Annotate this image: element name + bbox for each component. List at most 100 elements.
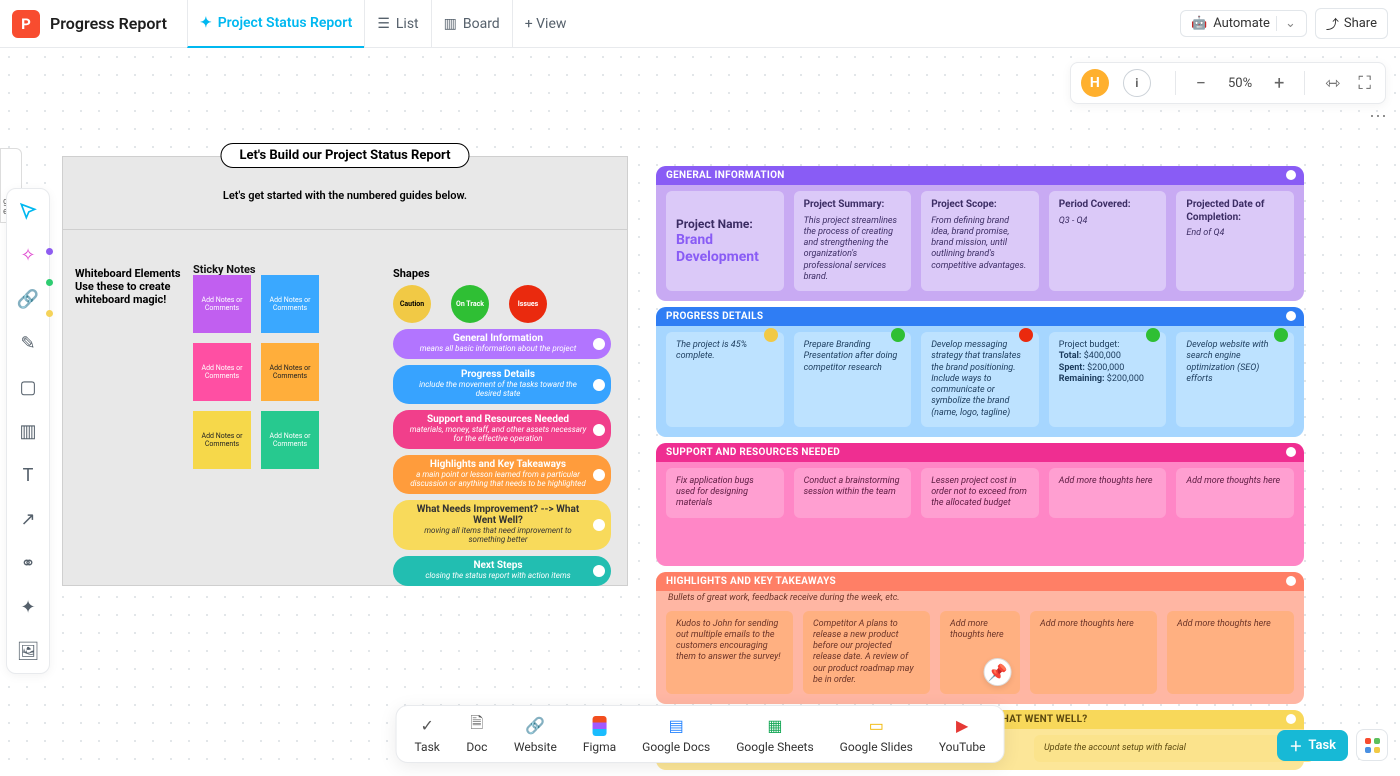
highlight-card[interactable]: Add more thoughts here xyxy=(940,611,1020,695)
insert-doc-button[interactable]: 🗎Doc xyxy=(466,714,488,754)
progress-card[interactable]: The project is 45% complete. xyxy=(666,332,784,427)
topbar-right: 🤖 Automate ⌄ ⤴ Share xyxy=(1180,8,1388,39)
page-title[interactable]: Progress Report xyxy=(50,14,167,33)
progress-card[interactable]: Prepare Branding Presentation after doin… xyxy=(794,332,912,427)
new-task-button[interactable]: ＋ Task xyxy=(1277,730,1348,761)
magic-tool-icon[interactable]: ✦ xyxy=(6,593,50,621)
connector-tool-icon[interactable]: ↗ xyxy=(6,505,50,533)
apps-button[interactable] xyxy=(1356,729,1388,761)
status-dot-issue xyxy=(1019,328,1033,342)
highlight-card[interactable]: Kudos to John for sending out multiple e… xyxy=(666,611,793,695)
share-icon: ⤴ xyxy=(1326,14,1339,33)
insert-gdocs-button[interactable]: ▤Google Docs xyxy=(642,714,710,754)
tab-list[interactable]: ☰ List xyxy=(364,0,430,48)
text-tool-icon[interactable]: T xyxy=(6,461,50,489)
zoom-in-button[interactable]: + xyxy=(1270,73,1288,94)
sticky-note[interactable]: Add Notes or Comments xyxy=(193,343,251,401)
guide-panel[interactable]: Let's Build our Project Status Report Le… xyxy=(62,156,628,586)
section-highlights[interactable]: HIGHLIGHTS AND KEY TAKEAWAYS Bullets of … xyxy=(656,572,1304,705)
whiteboard-canvas[interactable]: ⋯ H i − 50% + ⇿ ⛶ g a ect. ✧ 🔗 ✎ ▢ ▥ T ↗… xyxy=(0,48,1400,775)
space-icon[interactable]: P xyxy=(12,10,40,38)
automate-button[interactable]: 🤖 Automate ⌄ xyxy=(1180,10,1307,37)
resource-card[interactable]: Lessen project cost in order not to exce… xyxy=(921,468,1039,518)
insert-website-button[interactable]: 🔗Website xyxy=(514,714,557,754)
tab-board[interactable]: ▥ Board xyxy=(431,0,512,48)
zoom-percent[interactable]: 50% xyxy=(1220,76,1260,91)
projected-date-card[interactable]: Projected Date of Completion: End of Q4 xyxy=(1176,191,1294,291)
info-icon[interactable]: i xyxy=(1123,69,1151,97)
section-header: GENERAL INFORMATION xyxy=(656,166,1304,185)
topbar: P Progress Report ✦ Project Status Repor… xyxy=(0,0,1400,48)
tab-label: Board xyxy=(463,16,500,32)
dot-icon xyxy=(593,469,605,481)
highlight-card[interactable]: Add more thoughts here xyxy=(1167,611,1294,695)
select-tool-icon[interactable] xyxy=(6,197,50,225)
section-general-information[interactable]: GENERAL INFORMATION Project Name: Brand … xyxy=(656,166,1304,301)
sticky-note[interactable]: Add Notes or Comments xyxy=(261,411,319,469)
section-bar[interactable]: Next Stepsclosing the status report with… xyxy=(393,556,611,586)
insert-task-button[interactable]: ✓Task xyxy=(415,714,440,754)
wentwell-card[interactable]: Update the account setup with facial xyxy=(1034,735,1314,762)
insert-figma-button[interactable]: Figma xyxy=(583,716,616,754)
section-bar[interactable]: Progress Detailsinclude the movement of … xyxy=(393,365,611,404)
status-dot-ontrack xyxy=(891,328,905,342)
sticky-note[interactable]: Add Notes or Comments xyxy=(261,343,319,401)
resource-card[interactable]: Add more thoughts here xyxy=(1049,468,1167,518)
share-button[interactable]: ⤴ Share xyxy=(1315,8,1388,39)
image-tool-icon[interactable]: 🖼 xyxy=(6,637,50,665)
plus-icon: ＋ xyxy=(1289,736,1302,755)
fullscreen-icon[interactable]: ⛶ xyxy=(1354,73,1375,94)
progress-card[interactable]: Develop messaging strategy that translat… xyxy=(921,332,1039,427)
section-support-resources[interactable]: SUPPORT AND RESOURCES NEEDED Fix applica… xyxy=(656,443,1304,566)
user-avatar[interactable]: H xyxy=(1081,69,1109,97)
insert-gsheets-button[interactable]: ▦Google Sheets xyxy=(736,714,813,754)
budget-card[interactable]: Project budget: Total: $400,000 Spent: $… xyxy=(1049,332,1167,427)
link-tool-icon[interactable]: 🔗 xyxy=(6,285,50,313)
google-docs-icon: ▤ xyxy=(665,714,687,736)
google-sheets-icon: ▦ xyxy=(764,714,786,736)
zoom-out-button[interactable]: − xyxy=(1192,73,1210,94)
issues-shape[interactable]: Issues xyxy=(509,285,547,323)
project-scope-card[interactable]: Project Scope: From defining brand idea,… xyxy=(921,191,1039,291)
highlight-card[interactable]: Add more thoughts here xyxy=(1030,611,1157,695)
toolbar-color-dots xyxy=(46,248,53,317)
insert-toolbar: ✓Task 🗎Doc 🔗Website Figma ▤Google Docs ▦… xyxy=(396,705,1005,763)
tab-whiteboard[interactable]: ✦ Project Status Report xyxy=(187,0,364,48)
google-slides-icon: ▭ xyxy=(865,714,887,736)
project-summary-card[interactable]: Project Summary: This project streamline… xyxy=(794,191,912,291)
dot-icon xyxy=(1286,170,1296,180)
section-bar[interactable]: General Informationmeans all basic infor… xyxy=(393,329,611,359)
progress-card[interactable]: Develop website with search engine optim… xyxy=(1176,332,1294,427)
pen-tool-icon[interactable]: ✎ xyxy=(6,329,50,357)
sticky-note[interactable]: Add Notes or Comments xyxy=(193,275,251,333)
share-label: Share xyxy=(1344,16,1377,31)
period-covered-card[interactable]: Period Covered: Q3 - Q4 xyxy=(1049,191,1167,291)
canvas-more-icon[interactable]: ⋯ xyxy=(1366,104,1390,128)
sticky-note[interactable]: Add Notes or Comments xyxy=(261,275,319,333)
status-dot-caution xyxy=(764,328,778,342)
resource-card[interactable]: Fix application bugs used for designing … xyxy=(666,468,784,518)
ontrack-shape[interactable]: On Track xyxy=(451,285,489,323)
insert-gslides-button[interactable]: ▭Google Slides xyxy=(840,714,913,754)
view-tabs: ✦ Project Status Report ☰ List ▥ Board +… xyxy=(187,0,578,48)
section-progress-details[interactable]: PROGRESS DETAILS The project is 45% comp… xyxy=(656,307,1304,437)
highlight-card[interactable]: Competitor A plans to release a new prod… xyxy=(803,611,930,695)
resource-card[interactable]: Conduct a brainstorming session within t… xyxy=(794,468,912,518)
ai-tool-icon[interactable]: ✧ xyxy=(6,241,50,269)
caution-shape[interactable]: Caution xyxy=(393,285,431,323)
add-view-button[interactable]: + View xyxy=(512,0,579,48)
resource-card[interactable]: Add more thoughts here xyxy=(1176,468,1294,518)
shape-tool-icon[interactable]: ▢ xyxy=(6,373,50,401)
fit-width-icon[interactable]: ⇿ xyxy=(1321,73,1344,94)
pin-icon[interactable]: 📌 xyxy=(983,658,1011,686)
section-bar[interactable]: Support and Resources Neededmaterials, m… xyxy=(393,410,611,449)
chevron-down-icon[interactable]: ⌄ xyxy=(1276,16,1296,31)
insert-youtube-button[interactable]: ▶YouTube xyxy=(939,714,986,754)
section-bar[interactable]: Highlights and Key Takeawaysa main point… xyxy=(393,455,611,494)
section-bar[interactable]: What Needs Improvement? --> What Went We… xyxy=(393,500,611,550)
automate-label: Automate xyxy=(1213,16,1270,31)
relations-tool-icon[interactable]: ⚭ xyxy=(6,549,50,577)
sticky-tool-icon[interactable]: ▥ xyxy=(6,417,50,445)
project-name-card[interactable]: Project Name: Brand Development xyxy=(666,191,784,291)
sticky-note[interactable]: Add Notes or Comments xyxy=(193,411,251,469)
